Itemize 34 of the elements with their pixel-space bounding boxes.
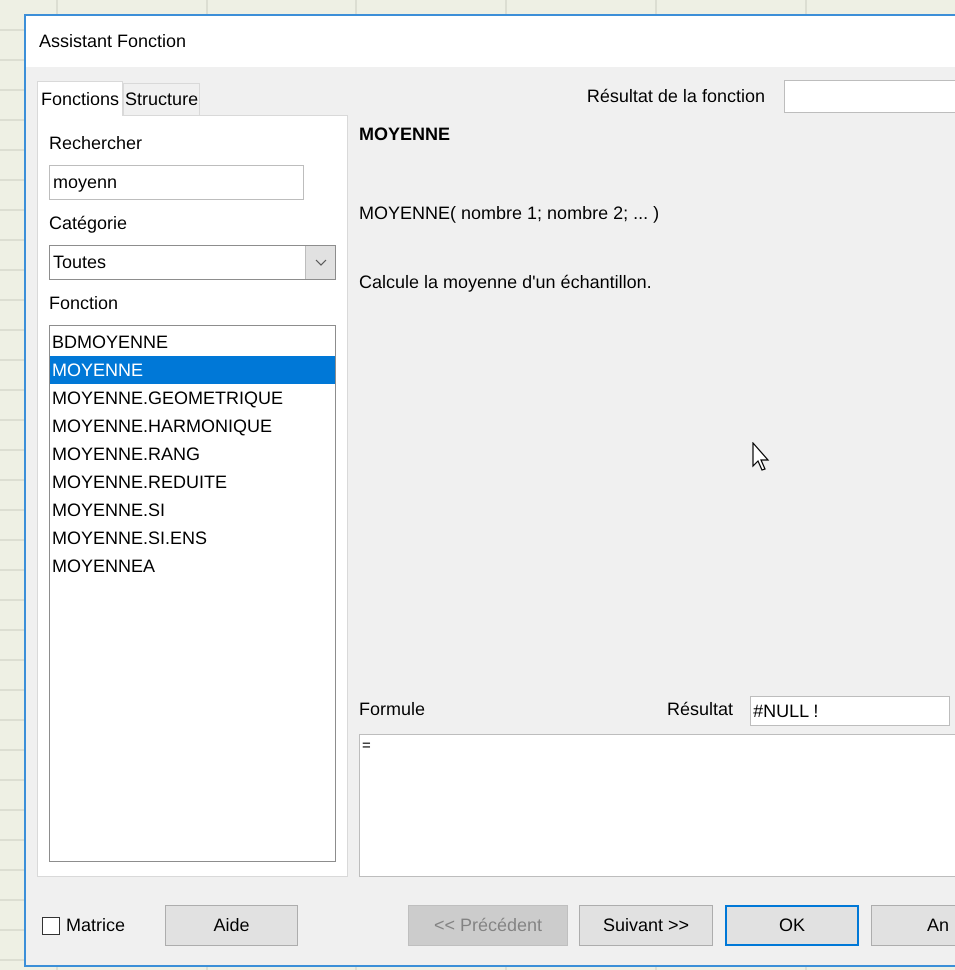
function-list-item[interactable]: MOYENNEA [50,552,335,580]
array-checkbox[interactable]: Matrice [42,912,126,939]
function-list-item[interactable]: MOYENNE.SI.ENS [50,524,335,552]
dialog-button[interactable]: Aide [165,905,298,946]
function-list-item[interactable]: MOYENNE.REDUITE [50,468,335,496]
formula-field[interactable]: = [359,734,955,877]
function-list-item[interactable]: MOYENNE.RANG [50,440,335,468]
function-list-item[interactable]: BDMOYENNE [50,328,335,356]
tab[interactable]: Structure [123,83,200,115]
function-list-item[interactable]: MOYENNE.HARMONIQUE [50,412,335,440]
category-dropdown[interactable]: Toutes [49,245,336,280]
function-result-field[interactable] [784,80,955,113]
dialog-button[interactable]: An [871,905,955,946]
field-label: Rechercher [49,132,144,155]
result-field[interactable]: #NULL ! [750,696,950,726]
function-list-item[interactable]: MOYENNE.GEOMETRIQUE [50,384,335,412]
function-list-item[interactable]: MOYENNE [50,356,335,384]
checkbox[interactable] [42,916,60,934]
field-label: Catégorie [49,212,128,235]
window-title: Assistant Fonction [39,30,186,53]
tab[interactable]: Fonctions [37,81,124,116]
dialog-button[interactable]: Suivant >> [579,905,714,946]
dialog-button[interactable]: OK [725,905,860,946]
mouse-pointer-icon [752,442,772,472]
field-label: Formule [359,698,426,721]
function-syntax: MOYENNE( nombre 1; nombre 2; ... ) [359,202,660,225]
function-description: Calcule la moyenne d'un échantillon. [359,271,653,294]
field-label: Résultat [667,698,734,721]
field-label: Résultat de la fonction [586,85,765,108]
function-name: MOYENNE [359,123,452,146]
search-field[interactable]: moyenn [49,165,304,200]
chevron-down-icon [314,259,326,266]
field-label: Fonction [49,292,120,315]
function-list-item[interactable]: MOYENNE.SI [50,496,335,524]
